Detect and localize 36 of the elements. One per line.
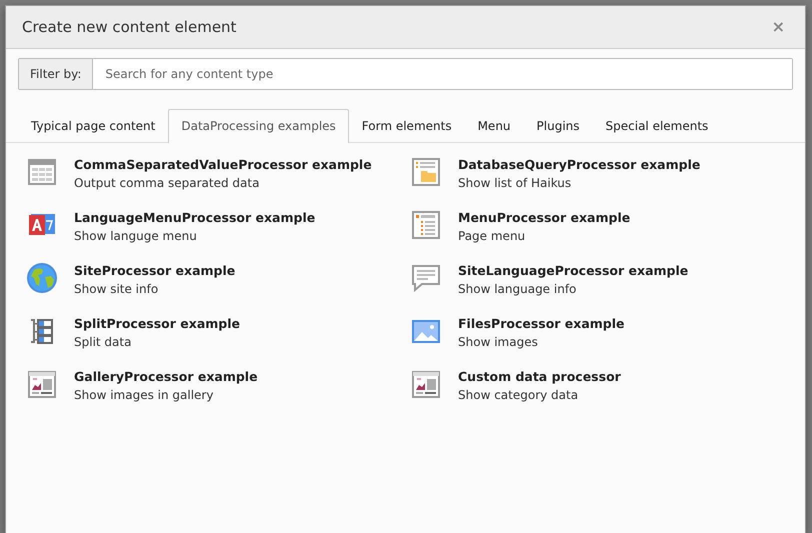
element-description: Show languge menu xyxy=(74,228,198,245)
tab[interactable]: Special elements xyxy=(592,109,722,143)
element-description: Show list of Haikus xyxy=(458,175,572,192)
element-title[interactable]: GalleryProcessor example xyxy=(74,368,258,386)
element-title[interactable]: SiteProcessor example xyxy=(74,262,236,280)
gallery-icon xyxy=(26,368,58,400)
element-title[interactable]: FilesProcessor example xyxy=(458,315,625,333)
element-description: Show images in gallery xyxy=(74,387,214,404)
element-title[interactable]: Custom data processor xyxy=(458,368,621,386)
filter-label: Filter by: xyxy=(19,59,94,89)
element-title[interactable]: LanguageMenuProcessor example xyxy=(74,209,316,227)
element-description: Page menu xyxy=(458,228,526,245)
dialog-title: Create new content element xyxy=(22,16,236,38)
element-description: Output comma separated data xyxy=(74,175,260,192)
speech-bubble-icon xyxy=(410,262,442,294)
filter-field[interactable]: Filter by: Search for any content type xyxy=(18,58,793,90)
element-description: Show images xyxy=(458,334,539,351)
element-title[interactable]: CommaSeparatedValueProcessor example xyxy=(74,156,372,174)
element-title[interactable]: DatabaseQueryProcessor example xyxy=(458,156,700,174)
tab[interactable]: Form elements xyxy=(348,109,465,143)
element-description: Show site info xyxy=(74,281,160,298)
globe-icon xyxy=(26,262,58,294)
element-title[interactable]: SiteLanguageProcessor example xyxy=(458,262,688,280)
tab[interactable]: Plugins xyxy=(524,109,593,143)
tab[interactable]: Menu xyxy=(464,109,524,143)
folder-list-icon xyxy=(410,156,442,188)
element-description: Show language info xyxy=(458,281,578,298)
element-title[interactable]: SplitProcessor example xyxy=(74,315,240,333)
tab[interactable]: Typical page content xyxy=(18,109,168,143)
table-icon xyxy=(26,156,58,188)
element-description: Show category data xyxy=(458,387,580,404)
element-title[interactable]: MenuProcessor example xyxy=(458,209,630,227)
element-description: Split data xyxy=(74,334,132,351)
gallery-icon xyxy=(410,368,442,400)
menu-list-icon xyxy=(410,209,442,241)
tab[interactable]: DataProcessing examples xyxy=(168,109,349,143)
